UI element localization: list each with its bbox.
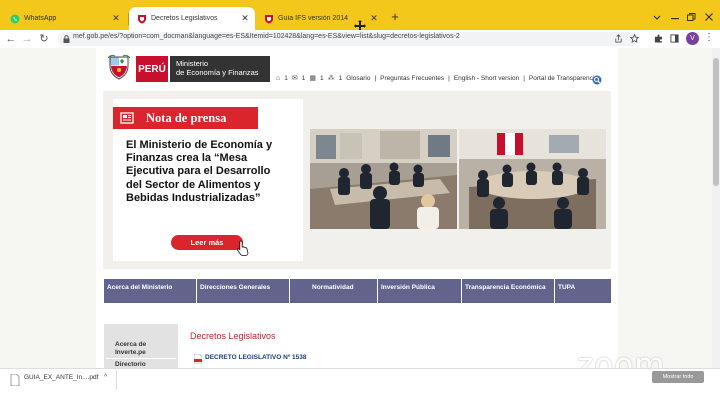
link-glosario[interactable]: Glosario — [346, 75, 370, 82]
link-separator: | — [523, 74, 525, 82]
menu-item-inversion[interactable]: Inversión Pública — [378, 279, 462, 303]
toplink-sep: 1 — [284, 74, 288, 82]
share-icon[interactable] — [614, 34, 623, 43]
link-preguntas-frecuentes[interactable]: Preguntas Frecuentes — [380, 75, 444, 82]
mail-icon[interactable]: ✉ — [292, 74, 298, 82]
sitemap-icon[interactable]: ▦ — [309, 74, 316, 82]
sidebar-item-label: Acerca de — [115, 341, 147, 348]
forward-icon[interactable]: → — [20, 32, 34, 46]
menu-item-direcciones[interactable]: Direcciones Generales — [197, 279, 290, 303]
meeting-photo-1 — [310, 129, 457, 229]
whatsapp-icon — [10, 14, 20, 23]
ministry-logo-box[interactable]: Ministerio de Economía y Finanzas — [170, 56, 270, 82]
download-filename[interactable]: GUIA_EX_ANTE_In....pdf — [24, 374, 98, 381]
extensions-icon[interactable] — [654, 34, 663, 43]
close-tab-icon[interactable]: ✕ — [110, 13, 122, 24]
tab-whatsapp[interactable]: WhatsApp ✕ — [2, 7, 126, 30]
tab-label: WhatsApp — [24, 15, 57, 22]
toplink-sep: 1 — [319, 74, 324, 82]
meeting-photo-2 — [459, 129, 606, 229]
close-tab-icon[interactable]: ✕ — [368, 13, 380, 24]
tab-search-icon[interactable] — [652, 12, 662, 22]
top-links: ⌂ 1 ✉ 1 ▦ 1 ⁂ 1 Glosario | Preguntas Fre… — [276, 74, 598, 83]
tab-label: Decretos Legislativos — [151, 15, 218, 22]
menu-item-tupa[interactable]: TUPA — [555, 279, 611, 303]
download-bar — [0, 368, 720, 405]
hand-cursor-icon — [236, 240, 249, 256]
menu-item-normatividad[interactable]: Normatividad — [290, 279, 378, 303]
sidebar-item-inverte[interactable]: Acerca de Inverte.pe — [115, 341, 146, 357]
menu-item-acerca[interactable]: Acerca del Ministerio — [104, 279, 197, 303]
minimize-icon[interactable] — [670, 12, 680, 22]
sidebar-item-directorio[interactable]: Directorio — [115, 361, 146, 368]
mef-shield-icon — [265, 14, 273, 24]
link-separator: | — [374, 74, 377, 82]
navigation-bar: ← → ↻ mef.gob.pe/es/?option=com_docman&l… — [0, 30, 720, 48]
lock-icon[interactable] — [63, 35, 70, 43]
section-title: Decretos Legislativos — [190, 331, 276, 341]
link-separator: | — [448, 74, 450, 82]
close-tab-icon[interactable]: ✕ — [239, 13, 251, 24]
peru-coat-of-arms-icon[interactable] — [108, 54, 130, 80]
search-icon[interactable] — [592, 75, 602, 85]
document-link[interactable]: DECRETO LEGISLATIVO Nº 1538 — [205, 354, 306, 361]
link-portal-transparencia[interactable]: Portal de Transparencia — [529, 75, 598, 82]
show-all-button[interactable]: Mostrar todo — [652, 371, 704, 383]
close-window-icon[interactable] — [704, 12, 714, 22]
read-more-button[interactable]: Leer más — [171, 235, 243, 250]
link-english[interactable]: English - Short version — [454, 75, 519, 82]
sidebar-divider — [106, 358, 176, 359]
sidebar-item-label: Inverte.pe — [115, 349, 146, 356]
menu-item-transparencia[interactable]: Transparencia Económica — [462, 279, 555, 303]
restore-icon[interactable] — [686, 12, 696, 22]
profile-avatar[interactable]: V — [686, 32, 699, 45]
menu-kebab-icon[interactable]: ⋮ — [704, 32, 714, 43]
scrollbar-thumb[interactable] — [713, 58, 719, 186]
side-panel-icon[interactable] — [670, 34, 679, 43]
download-separator — [116, 370, 117, 390]
home-icon[interactable]: ⌂ — [276, 75, 280, 82]
tab-decretos-legislativos[interactable]: Decretos Legislativos ✕ — [129, 7, 255, 30]
new-tab-button[interactable]: + — [388, 10, 402, 24]
toplink-sep: 1 — [338, 74, 343, 82]
url-text[interactable]: mef.gob.pe/es/?option=com_docman&languag… — [73, 33, 460, 40]
press-headline: El Ministerio de Economía y Finanzas cre… — [126, 139, 273, 204]
newspaper-icon — [120, 112, 134, 124]
press-label: Nota de prensa — [146, 111, 227, 125]
ministry-line-2: de Economía y Finanzas — [176, 68, 259, 77]
main-menu: Acerca del Ministerio Direcciones Genera… — [104, 279, 611, 303]
reload-icon[interactable]: ↻ — [37, 32, 51, 46]
pdf-file-icon — [194, 354, 202, 364]
ministry-line-1: Ministerio — [176, 59, 209, 68]
mef-shield-icon — [138, 14, 146, 24]
back-icon[interactable]: ← — [4, 32, 18, 46]
file-icon — [10, 374, 20, 386]
bookmark-star-icon[interactable] — [630, 34, 639, 43]
peru-logo-box[interactable]: PERÚ — [136, 56, 168, 82]
toplink-sep: 1 — [301, 74, 306, 82]
network-icon[interactable]: ⁂ — [328, 74, 335, 82]
chevron-up-icon[interactable]: ^ — [104, 374, 107, 381]
